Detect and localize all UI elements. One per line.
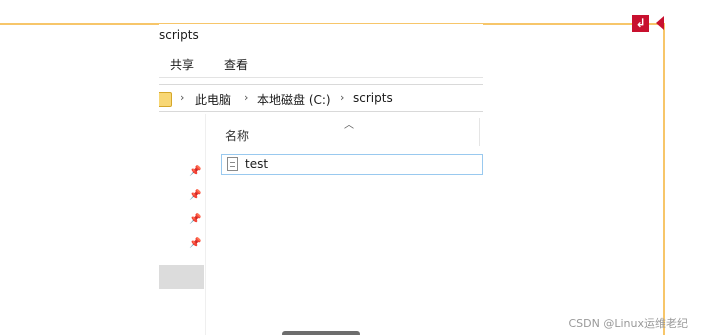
address-bar[interactable]: › 此电脑 › 本地磁盘 (C:) › scripts xyxy=(159,84,483,112)
folder-icon xyxy=(159,92,172,107)
window-title: scripts xyxy=(159,28,199,42)
breadcrumb-separator: › xyxy=(244,91,249,104)
tab-view[interactable]: 查看 xyxy=(224,56,248,73)
tab-share[interactable]: 共享 xyxy=(170,56,194,73)
watermark: CSDN @Linux运维老纪 xyxy=(568,317,689,330)
file-name: test xyxy=(245,157,269,171)
breadcrumb-local-disk[interactable]: 本地磁盘 (C:) xyxy=(257,91,331,108)
breadcrumb-this-pc[interactable]: 此电脑 xyxy=(195,91,231,108)
text-file-icon xyxy=(227,157,238,171)
nav-item-selected[interactable] xyxy=(159,265,204,289)
file-row[interactable]: test xyxy=(221,154,483,175)
ribbon-divider xyxy=(159,77,483,78)
breadcrumb-separator: › xyxy=(340,91,345,104)
pin-icon[interactable]: 📌 xyxy=(189,190,201,202)
pin-icon[interactable]: 📌 xyxy=(189,238,201,250)
pin-icon[interactable]: 📌 xyxy=(189,166,201,178)
breadcrumb-separator: › xyxy=(180,91,185,104)
sort-ascending-icon: ︿ xyxy=(344,120,354,131)
column-header-name[interactable]: 名称 xyxy=(225,127,249,144)
breadcrumb-scripts[interactable]: scripts xyxy=(353,91,393,105)
horizontal-scrollbar-thumb[interactable] xyxy=(282,331,360,335)
navigation-pane: 📌 📌 📌 📌 xyxy=(159,114,206,335)
column-divider[interactable] xyxy=(479,118,480,146)
marker-triangle-icon xyxy=(656,16,664,30)
frame-right-line xyxy=(663,23,665,335)
pin-icon[interactable]: 📌 xyxy=(189,214,201,226)
file-explorer-window: scripts 共享 查看 › 此电脑 › 本地磁盘 (C:) › script… xyxy=(159,24,483,335)
return-marker-icon: ↲ xyxy=(632,15,649,32)
